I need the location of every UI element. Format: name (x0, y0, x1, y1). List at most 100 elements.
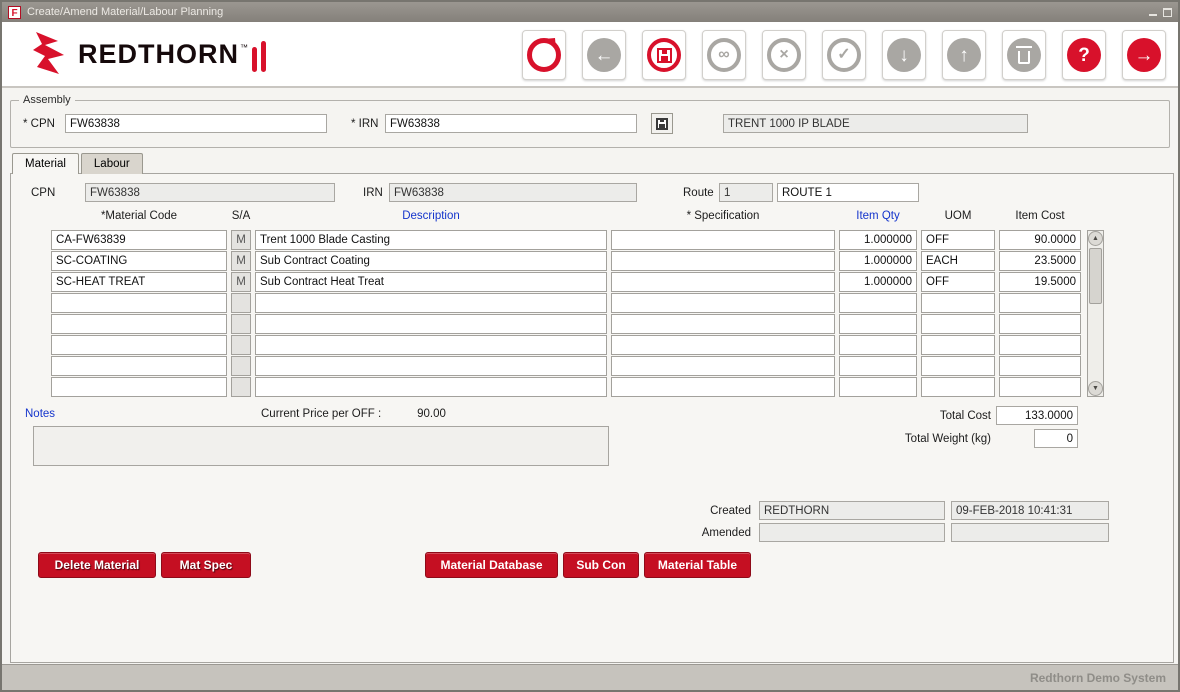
check-icon: ✓ (827, 38, 861, 72)
cancel-button[interactable]: × (762, 30, 806, 80)
material-database-button[interactable]: Material Database (425, 552, 558, 578)
cell-description[interactable]: Sub Contract Coating (255, 251, 607, 271)
header-item-qty-link[interactable]: Item Qty (839, 210, 917, 222)
delete-material-button[interactable]: Delete Material (38, 552, 156, 578)
cell-material-code[interactable] (51, 293, 227, 313)
cell-item-qty[interactable] (839, 314, 917, 334)
scroll-down-icon[interactable]: ▼ (1088, 381, 1103, 396)
cell-uom[interactable]: OFF (921, 230, 995, 250)
save-button[interactable] (642, 30, 686, 80)
cell-description[interactable] (255, 335, 607, 355)
cell-item-qty[interactable]: 1.000000 (839, 230, 917, 250)
refresh-button[interactable] (522, 30, 566, 80)
refresh-icon (527, 38, 561, 72)
cell-item-qty[interactable]: 1.000000 (839, 272, 917, 292)
cell-sa (231, 314, 251, 334)
cell-sa (231, 377, 251, 397)
cell-item-cost[interactable]: 23.5000 (999, 251, 1081, 271)
cell-item-qty[interactable]: 1.000000 (839, 251, 917, 271)
cell-uom[interactable] (921, 314, 995, 334)
assembly-save-button[interactable] (651, 113, 673, 134)
cell-specification[interactable] (611, 251, 835, 271)
cell-item-cost[interactable] (999, 314, 1081, 334)
cell-uom[interactable] (921, 377, 995, 397)
header-material-code: *Material Code (51, 210, 227, 222)
cell-item-cost[interactable] (999, 377, 1081, 397)
cell-description[interactable] (255, 356, 607, 376)
assembly-cpn-input[interactable] (65, 114, 327, 133)
header-sa: S/A (231, 210, 251, 222)
cell-item-cost[interactable] (999, 356, 1081, 376)
maximize-icon[interactable] (1163, 8, 1172, 17)
notes-textarea[interactable] (33, 426, 609, 466)
cell-description[interactable] (255, 314, 607, 334)
status-bar: Redthorn Demo System (2, 664, 1178, 690)
cell-uom[interactable]: OFF (921, 272, 995, 292)
cell-specification[interactable] (611, 293, 835, 313)
cell-specification[interactable] (611, 377, 835, 397)
cell-item-cost[interactable] (999, 335, 1081, 355)
cell-item-qty[interactable] (839, 356, 917, 376)
cell-item-qty[interactable] (839, 293, 917, 313)
cell-specification[interactable] (611, 335, 835, 355)
cell-sa: M (231, 230, 251, 250)
cell-material-code[interactable] (51, 356, 227, 376)
cell-material-code[interactable]: CA-FW63839 (51, 230, 227, 250)
cell-specification[interactable] (611, 356, 835, 376)
redthorn-logo: REDTHORN™ (28, 30, 266, 78)
cell-material-code[interactable]: SC-COATING (51, 251, 227, 271)
exit-button[interactable]: → (1122, 30, 1166, 80)
scroll-up-icon[interactable]: ▲ (1088, 231, 1103, 246)
scrollbar-thumb[interactable] (1089, 248, 1102, 304)
cell-material-code[interactable] (51, 377, 227, 397)
cell-description[interactable] (255, 293, 607, 313)
cell-item-cost[interactable]: 19.5000 (999, 272, 1081, 292)
tab-labour[interactable]: Labour (81, 153, 143, 174)
material-cpn-label: CPN (31, 187, 55, 199)
cell-specification[interactable] (611, 314, 835, 334)
cell-uom[interactable]: EACH (921, 251, 995, 271)
total-weight-field (1034, 429, 1078, 448)
table-scrollbar[interactable]: ▲ ▼ (1087, 230, 1104, 397)
tab-material[interactable]: Material (12, 153, 79, 174)
cell-item-qty[interactable] (839, 377, 917, 397)
mat-spec-button[interactable]: Mat Spec (161, 552, 251, 578)
header-item-cost: Item Cost (999, 210, 1081, 222)
titlebar: F Create/Amend Material/Labour Planning (2, 2, 1178, 22)
find-button[interactable]: ∞ (702, 30, 746, 80)
next-record-button[interactable]: ↓ (882, 30, 926, 80)
route-name-input[interactable] (777, 183, 919, 202)
amended-label: Amended (651, 527, 751, 539)
cell-material-code[interactable] (51, 314, 227, 334)
amended-by-field (759, 523, 945, 542)
cell-description[interactable]: Sub Contract Heat Treat (255, 272, 607, 292)
header-description-link[interactable]: Description (255, 210, 607, 222)
cell-uom[interactable] (921, 335, 995, 355)
assembly-irn-input[interactable] (385, 114, 637, 133)
minimize-icon[interactable] (1149, 9, 1157, 16)
material-table-button[interactable]: Material Table (644, 552, 751, 578)
delete-record-button[interactable] (1002, 30, 1046, 80)
cell-item-cost[interactable] (999, 293, 1081, 313)
total-weight-label: Total Weight (kg) (857, 433, 991, 445)
cell-uom[interactable] (921, 356, 995, 376)
notes-link[interactable]: Notes (25, 408, 55, 420)
cell-material-code[interactable] (51, 335, 227, 355)
cell-item-cost[interactable]: 90.0000 (999, 230, 1081, 250)
cell-description[interactable]: Trent 1000 Blade Casting (255, 230, 607, 250)
toolbar: REDTHORN™ ← ∞ × ✓ ↓ ↑ ? → (2, 22, 1178, 88)
previous-record-button[interactable]: ↑ (942, 30, 986, 80)
exit-icon: → (1127, 38, 1161, 72)
cell-specification[interactable] (611, 230, 835, 250)
help-button[interactable]: ? (1062, 30, 1106, 80)
sub-con-button[interactable]: Sub Con (563, 552, 639, 578)
cell-description[interactable] (255, 377, 607, 397)
cell-specification[interactable] (611, 272, 835, 292)
cell-item-qty[interactable] (839, 335, 917, 355)
cell-material-code[interactable]: SC-HEAT TREAT (51, 272, 227, 292)
cell-uom[interactable] (921, 293, 995, 313)
current-price-value: 90.00 (417, 408, 446, 420)
accept-button[interactable]: ✓ (822, 30, 866, 80)
back-button[interactable]: ← (582, 30, 626, 80)
cell-sa (231, 293, 251, 313)
